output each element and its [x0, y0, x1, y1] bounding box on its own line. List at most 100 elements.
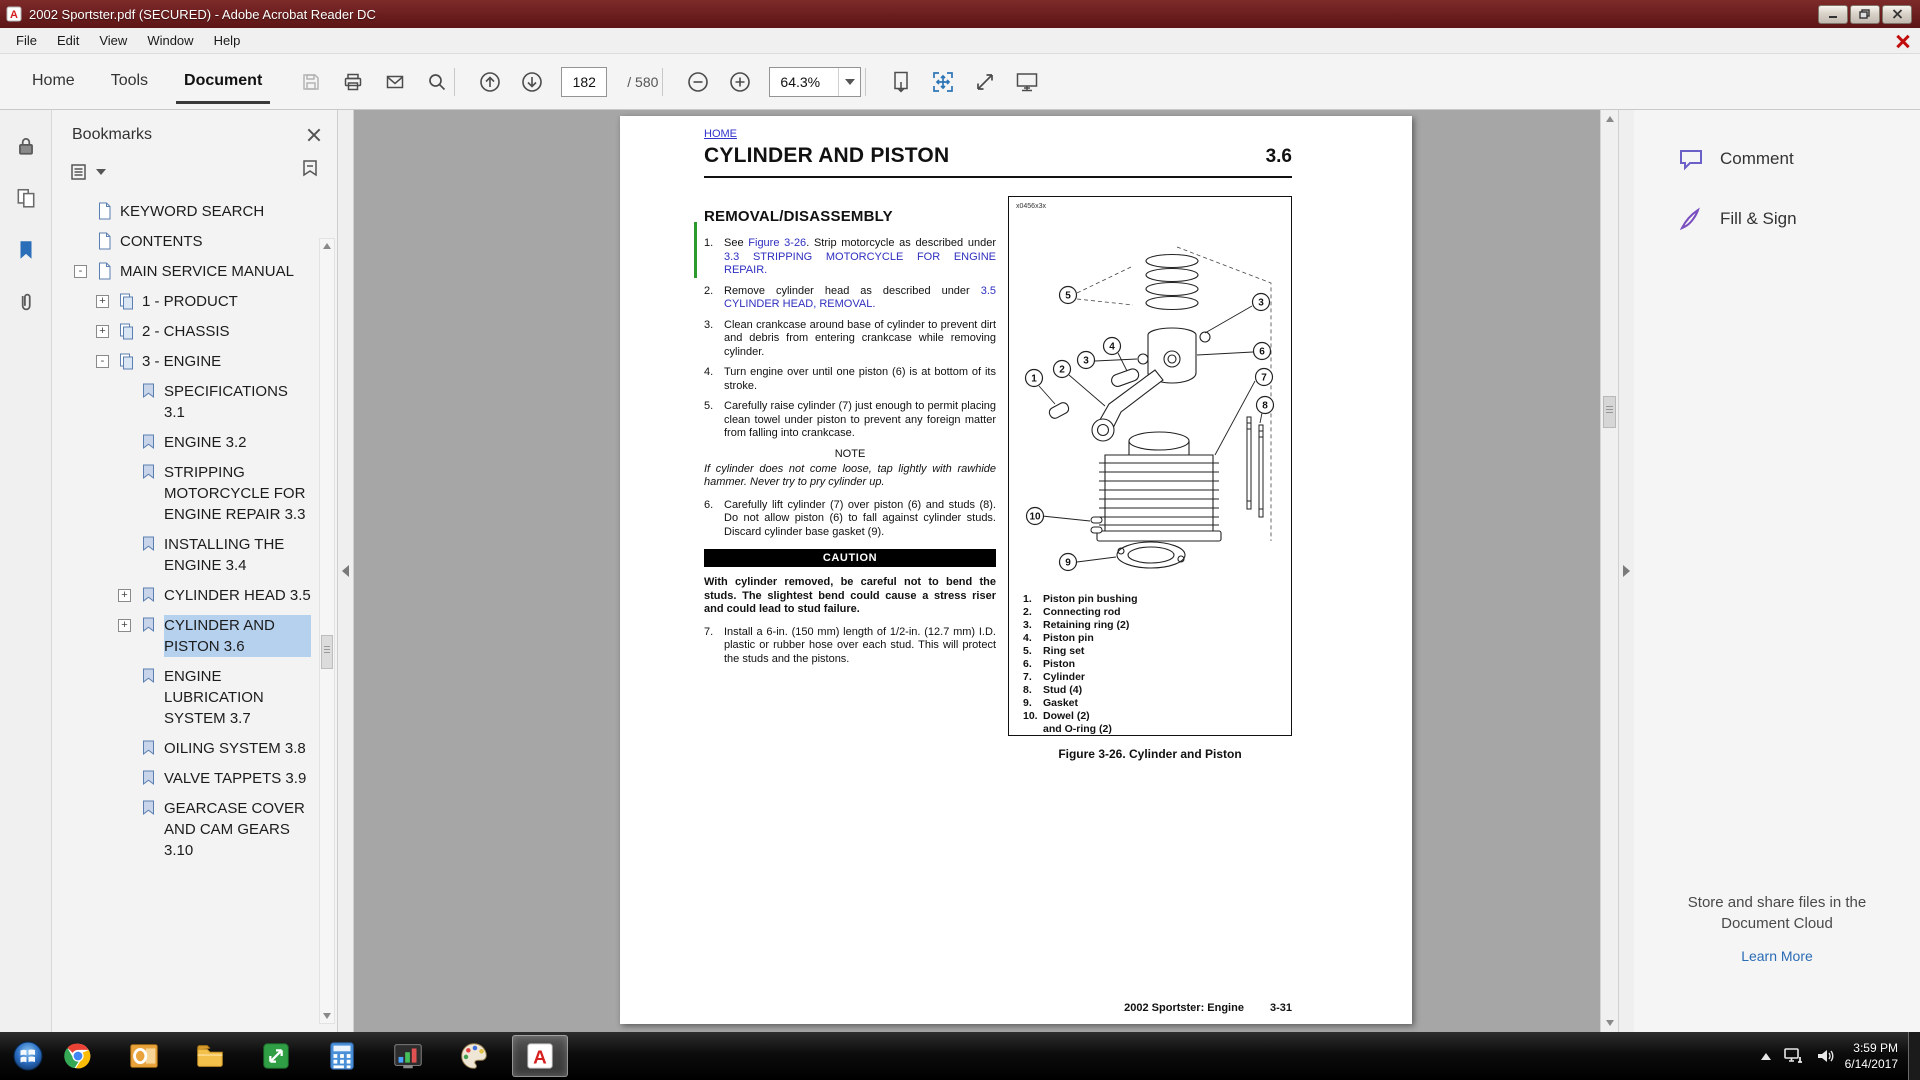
acrobat-reader-icon: A	[523, 1039, 557, 1073]
svg-text:5: 5	[1065, 291, 1071, 302]
bookmarks-scrollbar[interactable]	[319, 238, 335, 1024]
restore-icon	[1859, 9, 1871, 19]
menu-file[interactable]: File	[6, 28, 47, 53]
green-app-icon	[259, 1039, 293, 1073]
security-lock-button[interactable]	[12, 132, 40, 160]
fullscreen-button[interactable]	[972, 69, 998, 95]
bookmark-page-icon	[96, 262, 113, 280]
bookmark-item[interactable]: GEARCASE COVER AND CAM GEARS 3.10	[52, 798, 311, 861]
learn-more-link[interactable]: Learn More	[1741, 948, 1813, 964]
zoom-in-button[interactable]	[727, 69, 753, 95]
presentation-button[interactable]	[1014, 69, 1040, 95]
zoom-out-button[interactable]	[685, 69, 711, 95]
page-number-input[interactable]	[561, 67, 607, 97]
print-button[interactable]	[340, 69, 366, 95]
scroll-up-icon[interactable]	[320, 239, 334, 253]
bookmarks-close-icon[interactable]	[307, 128, 321, 142]
collapse-right-panel-handle[interactable]	[1618, 110, 1634, 1032]
bookmarks-panel-button[interactable]	[12, 236, 40, 264]
expand-toggle-icon[interactable]: +	[118, 619, 131, 632]
collapse-toggle-icon[interactable]: -	[74, 265, 87, 278]
toolbar-separator	[865, 68, 866, 96]
scroll-down-icon[interactable]	[1603, 1016, 1617, 1030]
scroll-mode-button[interactable]	[888, 69, 914, 95]
expand-toggle-icon[interactable]: +	[118, 589, 131, 602]
bookmark-options-button[interactable]	[70, 162, 106, 182]
restore-button[interactable]	[1850, 5, 1880, 24]
taskbar-calculator-button[interactable]	[314, 1035, 370, 1077]
next-page-button[interactable]	[519, 69, 545, 95]
taskbar-green-app-button[interactable]	[248, 1035, 304, 1077]
bookmark-page-icon	[96, 232, 113, 250]
bookmark-item[interactable]: INSTALLING THE ENGINE 3.4	[52, 534, 311, 576]
volume-icon[interactable]	[1815, 1047, 1835, 1065]
fill-sign-tool[interactable]: Fill & Sign	[1634, 206, 1920, 232]
email-button[interactable]	[382, 69, 408, 95]
zoom-level-select[interactable]: 64.3%	[769, 67, 861, 97]
taskbar-paint-button[interactable]	[446, 1035, 502, 1077]
bookmark-item[interactable]: + 1 - PRODUCT	[52, 291, 311, 312]
navigation-rail	[0, 110, 52, 1032]
chevron-down-icon[interactable]	[838, 68, 860, 96]
expand-toggle-icon[interactable]: +	[96, 295, 109, 308]
bookmark-item[interactable]: ENGINE LUBRICATION SYSTEM 3.7	[52, 666, 311, 729]
attachments-button[interactable]	[12, 288, 40, 316]
show-desktop-button[interactable]	[1908, 1032, 1920, 1080]
figure-link[interactable]: Figure 3-26	[748, 237, 806, 249]
section-link[interactable]: 3.3 STRIPPING MOTORCYCLE FOR ENGINE REPA…	[724, 251, 996, 277]
bookmark-item-selected[interactable]: + CYLINDER AND PISTON 3.6	[52, 615, 311, 657]
collapse-toggle-icon[interactable]: -	[96, 355, 109, 368]
close-icon	[1892, 9, 1903, 19]
bookmark-item[interactable]: + 2 - CHASSIS	[52, 321, 311, 342]
home-link[interactable]: HOME	[704, 128, 737, 140]
tab-tools[interactable]: Tools	[93, 54, 166, 110]
comment-tool[interactable]: Comment	[1634, 146, 1920, 172]
email-icon	[385, 72, 405, 92]
search-button[interactable]	[424, 69, 450, 95]
document-scrollbar[interactable]	[1600, 110, 1618, 1032]
close-document-icon[interactable]	[1896, 34, 1910, 48]
taskbar-outlook-button[interactable]	[116, 1035, 172, 1077]
bookmark-item[interactable]: - 3 - ENGINE	[52, 351, 311, 372]
scroll-down-icon[interactable]	[320, 1009, 334, 1023]
minimize-button[interactable]	[1818, 5, 1848, 24]
bookmark-actions-button[interactable]	[299, 158, 321, 185]
bookmark-item[interactable]: ENGINE 3.2	[52, 432, 311, 453]
network-icon[interactable]	[1783, 1047, 1803, 1065]
previous-page-button[interactable]	[477, 69, 503, 95]
start-button[interactable]	[6, 1034, 50, 1078]
close-button[interactable]	[1882, 5, 1912, 24]
fit-page-button[interactable]	[930, 69, 956, 95]
save-button[interactable]	[298, 69, 324, 95]
taskbar-clock[interactable]: 3:59 PM 6/14/2017	[1845, 1040, 1898, 1072]
collapse-left-icon	[342, 565, 349, 577]
toolbar-separator	[662, 68, 663, 96]
caution-text: With cylinder removed, be careful not to…	[704, 576, 996, 617]
menu-view[interactable]: View	[89, 28, 137, 53]
bookmark-item[interactable]: STRIPPING MOTORCYCLE FOR ENGINE REPAIR 3…	[52, 462, 311, 525]
taskbar-system-monitor-button[interactable]	[380, 1035, 436, 1077]
taskbar-chrome-button[interactable]	[50, 1035, 106, 1077]
page-thumbnails-button[interactable]	[12, 184, 40, 212]
bookmark-item[interactable]: VALVE TAPPETS 3.9	[52, 768, 311, 789]
scrollbar-thumb[interactable]	[1603, 396, 1616, 428]
taskbar-acrobat-button-active[interactable]: A	[512, 1035, 568, 1077]
bookmark-item[interactable]: SPECIFICATIONS 3.1	[52, 381, 311, 423]
collapse-left-panel-handle[interactable]	[338, 110, 354, 1032]
bookmark-item[interactable]: + CYLINDER HEAD 3.5	[52, 585, 311, 606]
bookmark-item[interactable]: KEYWORD SEARCH	[52, 201, 311, 222]
expand-toggle-icon[interactable]: +	[96, 325, 109, 338]
tab-document[interactable]: Document	[166, 54, 280, 110]
scroll-up-icon[interactable]	[1603, 112, 1617, 126]
show-hidden-icons-icon[interactable]	[1761, 1053, 1771, 1060]
menu-window[interactable]: Window	[137, 28, 203, 53]
menu-edit[interactable]: Edit	[47, 28, 89, 53]
menu-help[interactable]: Help	[204, 28, 251, 53]
fit-page-icon	[932, 71, 954, 93]
bookmark-item[interactable]: OILING SYSTEM 3.8	[52, 738, 311, 759]
bookmark-item[interactable]: CONTENTS	[52, 231, 311, 252]
tab-home[interactable]: Home	[14, 54, 93, 110]
taskbar-file-explorer-button[interactable]	[182, 1035, 238, 1077]
scrollbar-thumb[interactable]	[321, 635, 333, 669]
bookmark-item[interactable]: - MAIN SERVICE MANUAL	[52, 261, 311, 282]
